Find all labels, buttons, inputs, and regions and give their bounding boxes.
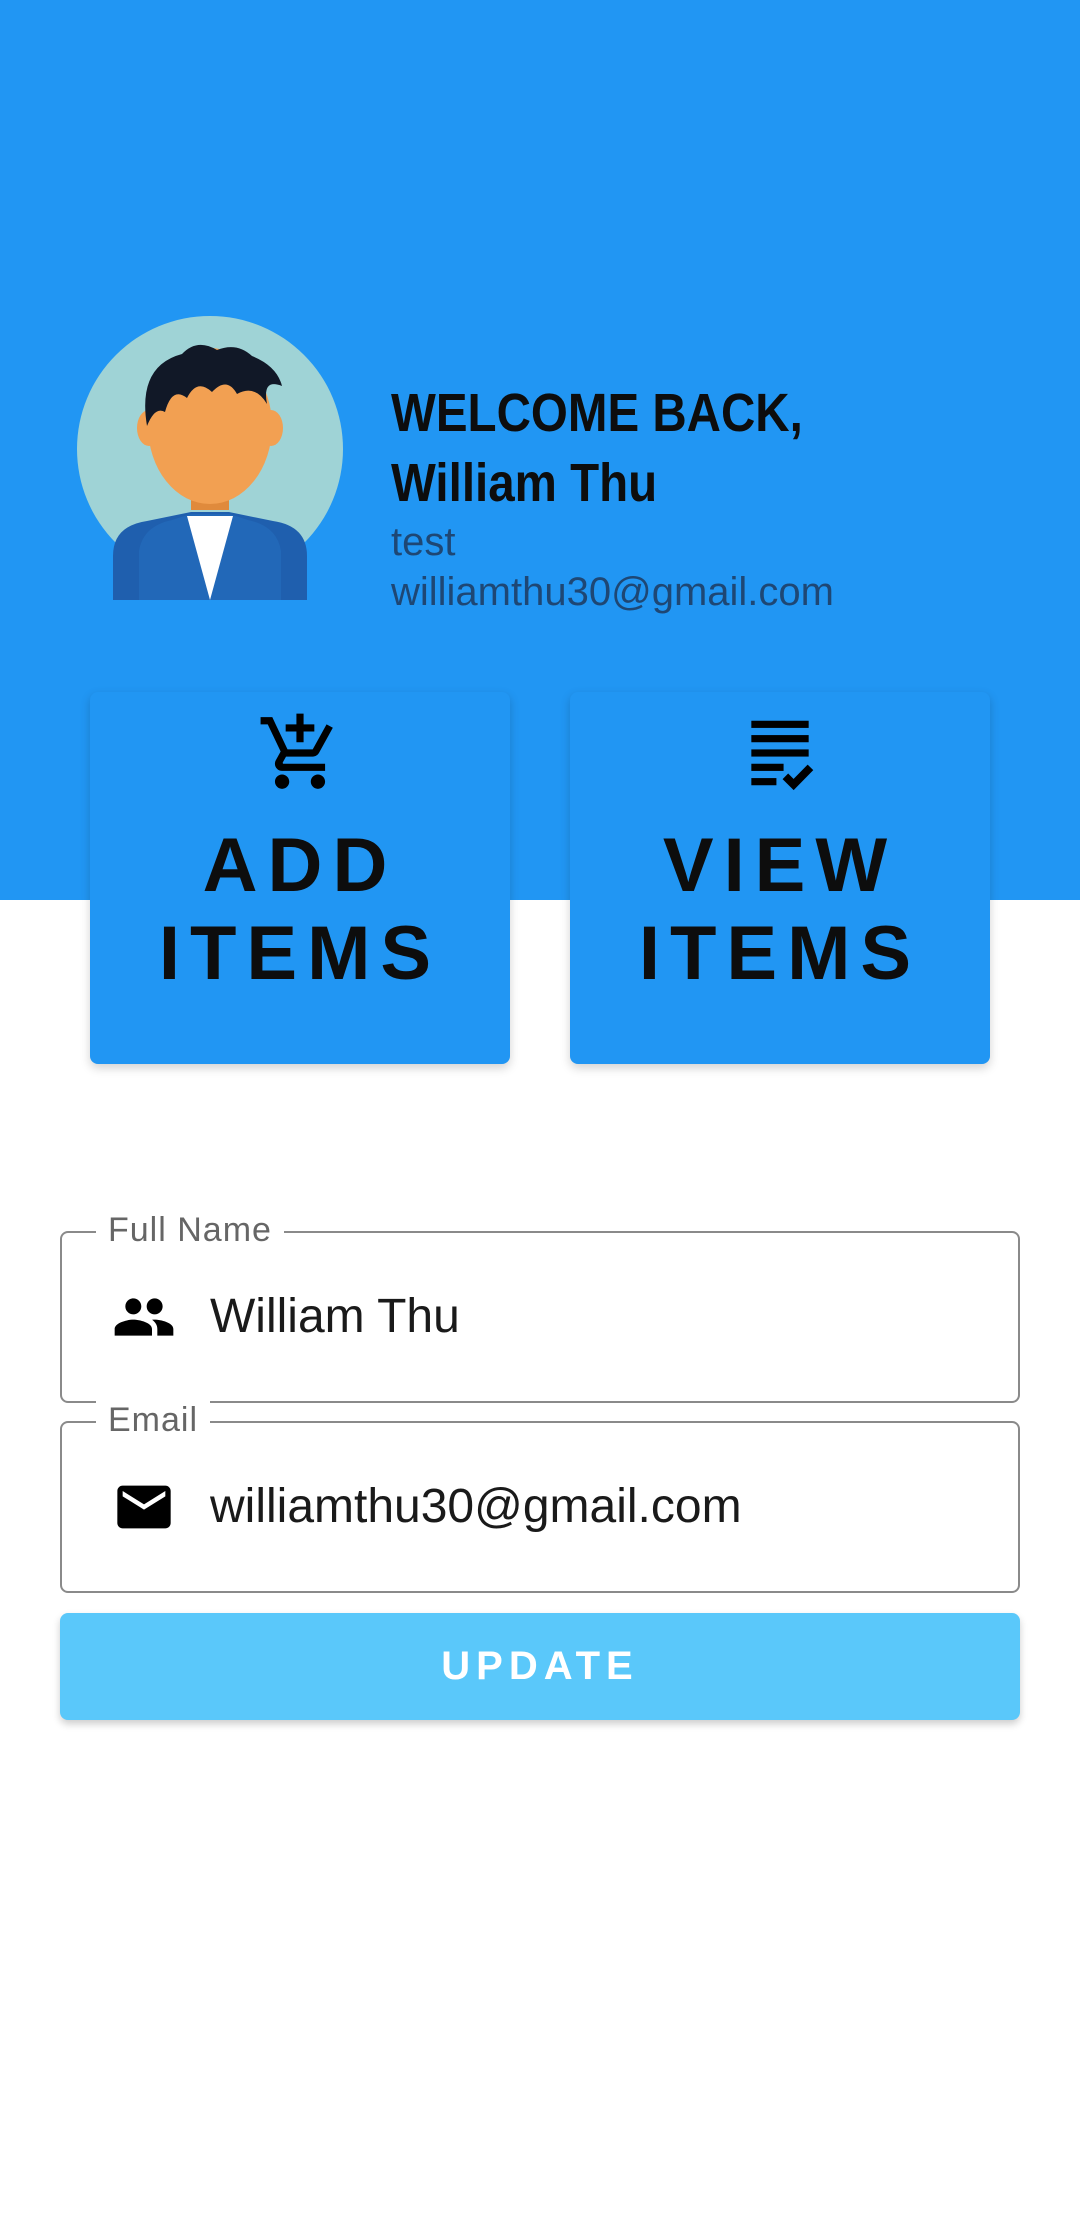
add-shopping-cart-icon (260, 713, 333, 789)
add-items-button[interactable]: ADD ITEMS (90, 692, 510, 1064)
welcome-title: WELCOME BACK, William Thu (391, 383, 803, 513)
checklist-icon (751, 720, 814, 791)
add-items-label: ADD ITEMS (158, 823, 442, 996)
update-button[interactable]: UPDATE (60, 1613, 1020, 1720)
full-name-label: Full Name (96, 1211, 284, 1250)
full-name-field[interactable]: Full Name (60, 1211, 1020, 1403)
email-field[interactable]: Email (60, 1401, 1020, 1593)
user-role: test (391, 520, 456, 564)
email-label: Email (96, 1401, 211, 1440)
view-items-label: VIEW ITEMS (638, 823, 922, 996)
user-email: williamthu30@gmail.com (391, 570, 834, 614)
full-name-input[interactable] (210, 1289, 990, 1344)
mail-icon (117, 1485, 171, 1529)
avatar (77, 316, 343, 600)
view-items-button[interactable]: VIEW ITEMS (570, 692, 990, 1064)
email-input[interactable] (210, 1479, 990, 1534)
people-icon (114, 1298, 174, 1336)
